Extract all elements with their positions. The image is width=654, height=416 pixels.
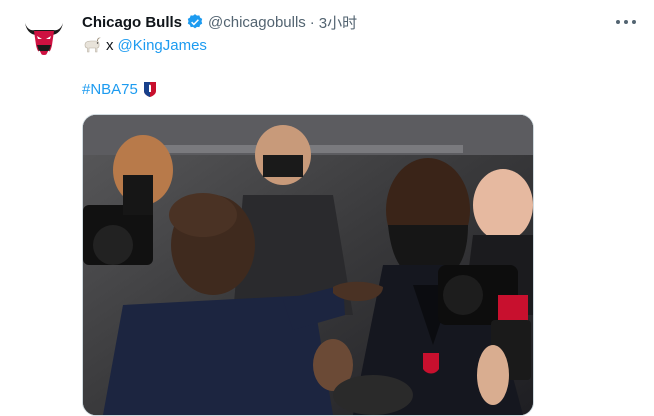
hashtag-link[interactable]: #NBA75 [82,81,138,98]
tweet-text-line-1: x @KingJames [82,36,207,54]
nba75-logo-icon [143,82,156,97]
tweet-photo[interactable] [82,114,534,416]
timestamp[interactable]: 3小时 [319,12,357,33]
tweet-text-separator: x [106,36,114,54]
verified-badge-icon [187,14,203,29]
avatar[interactable] [20,14,68,62]
photo-image [83,115,533,415]
tweet-text-line-2: #NBA75 [82,80,158,98]
goat-emoji-icon [84,37,101,53]
tweet-header: Chicago Bulls @chicagobulls · 3小时 [82,12,604,32]
separator-dot: · [309,13,315,31]
more-options-icon[interactable] [616,14,636,30]
bulls-logo-icon [25,23,63,56]
display-name[interactable]: Chicago Bulls [82,14,182,31]
user-handle[interactable]: @chicagobulls [208,14,306,31]
mention-link[interactable]: @KingJames [118,37,207,54]
